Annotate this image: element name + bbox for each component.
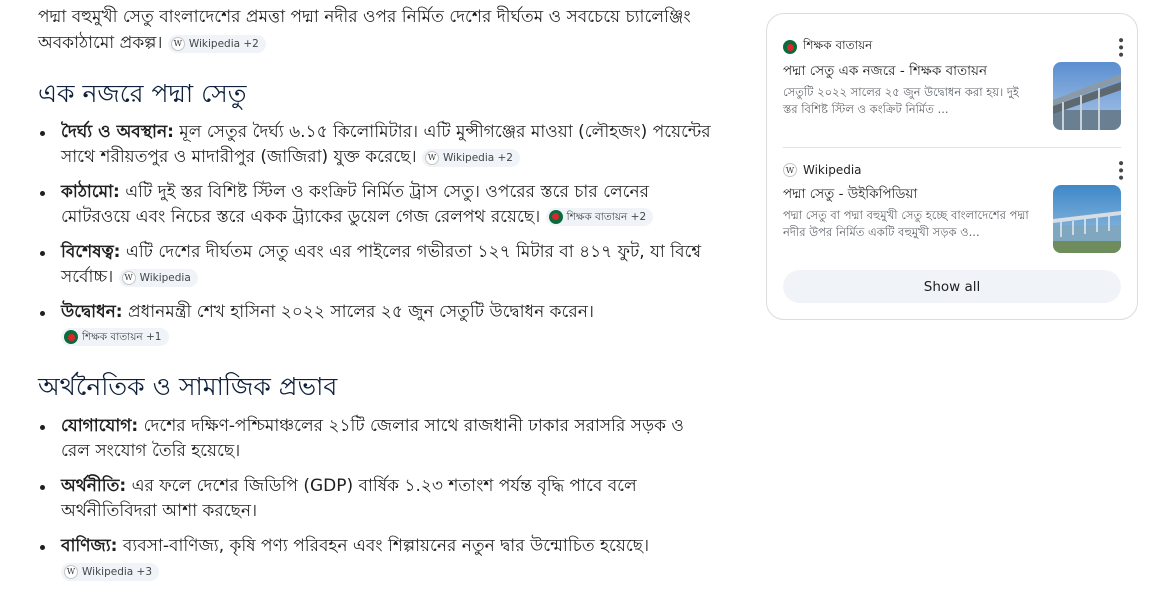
impact-list: যোগাযোগ: দেশের দক্ষিণ-পশ্চিমাঞ্চলের ২১টি… — [38, 414, 718, 584]
wikipedia-icon: W — [170, 37, 185, 51]
source-header: W Wikipedia ••• — [783, 159, 1128, 181]
source-header: শিক্ষক বাতায়ন ••• — [783, 36, 1128, 58]
source-site-name: Wikipedia — [803, 163, 862, 177]
source-chip[interactable]: W Wikipedia +2 — [167, 35, 266, 53]
list-item: বাণিজ্য: ব্যবসা-বাণিজ্য, কৃষি পণ্য পরিবহ… — [38, 534, 718, 584]
item-label: বাণিজ্য: — [61, 536, 118, 556]
wikipedia-icon: W — [783, 163, 797, 177]
list-item: যোগাযোগ: দেশের দক্ষিণ-পশ্চিমাঞ্চলের ২১টি… — [38, 414, 718, 474]
list-item: অর্থনীতি: এর ফলে দেশের জিডিপি (GDP) বার্… — [38, 474, 718, 534]
item-label: উদ্বোধন: — [61, 302, 123, 322]
more-options-icon[interactable]: ••• — [1112, 159, 1128, 181]
show-all-button[interactable]: Show all — [783, 270, 1121, 303]
section-heading: এক নজরে পদ্মা সেতু — [38, 79, 247, 108]
list-item: উদ্বোধন: প্রধানমন্ত্রী শেখ হাসিনা ২০২২ স… — [38, 300, 718, 352]
list-item: বিশেষত্ব: এটি দেশের দীর্ঘতম সেতু এবং এর … — [38, 240, 718, 300]
item-text: এর ফলে দেশের জিডিপি (GDP) বার্ষিক ১.২৩ শ… — [61, 476, 637, 521]
intro-paragraph: পদ্মা বহুমুখী সেতু বাংলাদেশের প্রমত্তা প… — [38, 4, 718, 56]
item-label: কাঠামো: — [61, 182, 120, 202]
item-label: অর্থনীতি: — [61, 476, 127, 496]
source-snippet: পদ্মা সেতু বা পদ্মা বহুমুখী সেতু হচ্ছে ব… — [783, 208, 1029, 239]
source-chip[interactable]: W Wikipedia +3 — [61, 563, 160, 581]
item-text: ব্যবসা-বাণিজ্য, কৃষি পণ্য পরিবহন এবং শিল… — [117, 536, 650, 556]
site-logo-icon — [548, 209, 563, 224]
sources-panel: শিক্ষক বাতায়ন ••• পদ্মা সেতু এক নজরে - … — [766, 13, 1138, 320]
site-logo-icon — [783, 40, 797, 54]
site-logo-icon — [64, 330, 78, 344]
section-heading: অর্থনৈতিক ও সামাজিক প্রভাব — [38, 372, 338, 401]
list-item: দৈর্ঘ্য ও অবস্থান: মূল সেতুর দৈর্ঘ্য ৬.১… — [38, 120, 718, 180]
wikipedia-icon: W — [424, 151, 439, 165]
divider — [783, 147, 1121, 148]
item-label: যোগাযোগ: — [61, 416, 139, 436]
source-chip[interactable]: W Wikipedia +2 — [421, 149, 520, 167]
wikipedia-icon: W — [121, 271, 136, 285]
source-chip[interactable]: শিক্ষক বাতায়ন +1 — [61, 328, 169, 346]
source-snippet: সেতুটি ২০২২ সালের ২৫ জুন উদ্বোধন করা হয়… — [783, 85, 1019, 116]
item-label: বিশেষত্ব: — [61, 242, 121, 262]
list-item: কাঠামো: এটি দুই স্তর বিশিষ্ট স্টিল ও কংক… — [38, 180, 718, 240]
source-site-name: শিক্ষক বাতায়ন — [803, 38, 873, 52]
bridge-thumbnail[interactable] — [1053, 62, 1121, 130]
source-card[interactable]: W Wikipedia ••• পদ্মা সেতু - উইকিপিডিয়া… — [783, 159, 1128, 261]
item-label: দৈর্ঘ্য ও অবস্থান: — [61, 122, 174, 142]
source-chip[interactable]: শিক্ষক বাতায়ন +2 — [545, 207, 654, 226]
more-options-icon[interactable]: ••• — [1112, 36, 1128, 58]
source-card[interactable]: শিক্ষক বাতায়ন ••• পদ্মা সেতু এক নজরে - … — [783, 36, 1128, 138]
intro-text: পদ্মা বহুমুখী সেতু বাংলাদেশের প্রমত্তা প… — [38, 7, 691, 53]
ai-overview-content: পদ্মা বহুমুখী সেতু বাংলাদেশের প্রমত্তা প… — [38, 4, 718, 584]
item-text: দেশের দক্ষিণ-পশ্চিমাঞ্চলের ২১টি জেলার সা… — [61, 416, 684, 461]
overview-list: দৈর্ঘ্য ও অবস্থান: মূল সেতুর দৈর্ঘ্য ৬.১… — [38, 120, 718, 352]
source-title[interactable]: পদ্মা সেতু - উইকিপিডিয়া — [783, 185, 1033, 203]
bridge-thumbnail[interactable] — [1053, 185, 1121, 253]
source-chip[interactable]: W Wikipedia — [118, 269, 198, 287]
wikipedia-icon: W — [64, 565, 78, 579]
item-text: প্রধানমন্ত্রী শেখ হাসিনা ২০২২ সালের ২৫ জ… — [122, 302, 594, 322]
source-title[interactable]: পদ্মা সেতু এক নজরে - শিক্ষক বাতায়ন — [783, 62, 1033, 80]
